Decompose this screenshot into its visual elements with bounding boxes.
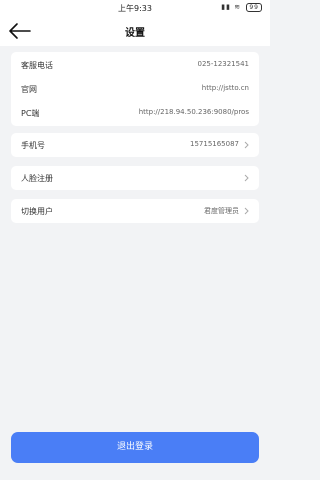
chevron-right-icon [244,207,249,215]
switch-user-label: 切换用户 [21,207,53,216]
switch-user-card: 切换用户 君度管理员 [11,199,259,223]
current-user-value: 君度管理员 [204,207,239,215]
contact-info-card: 客服电话 025-12321541 官网 http://jstto.cn PC端… [11,52,259,126]
status-bar: 上午9:33 ▮▮ ≋ 99 [0,0,270,16]
switch-user-row[interactable]: 切换用户 君度管理员 [11,199,259,223]
page-title: 设置 [125,28,145,39]
website-row[interactable]: 官网 http://jstto.cn [11,77,259,101]
signal-icon: ▮▮ [221,3,232,11]
wifi-icon: ≋ [234,3,242,11]
logout-button[interactable]: 退出登录 [11,432,259,463]
website-label: 官网 [21,85,37,94]
face-register-card: 人脸注册 [11,166,259,190]
face-register-label: 人脸注册 [21,174,53,183]
pc-url-label: PC端 [21,109,40,118]
battery-indicator: 99 [246,3,262,12]
top-nav-bar: 设置 [0,16,270,46]
face-register-row[interactable]: 人脸注册 [11,166,259,190]
mobile-row[interactable]: 手机号 15715165087 [11,133,259,157]
service-phone-row[interactable]: 客服电话 025-12321541 [11,53,259,77]
chevron-right-icon [244,141,249,149]
service-phone-label: 客服电话 [21,61,53,70]
mobile-label: 手机号 [21,141,45,150]
pc-url-value: http://218.94.50.236:9080/pros [138,108,249,116]
mobile-value: 15715165087 [190,140,239,148]
mobile-card: 手机号 15715165087 [11,133,259,157]
status-icons: ▮▮ ≋ 99 [221,3,262,12]
chevron-right-icon [244,174,249,182]
website-value: http://jstto.cn [201,84,249,92]
pc-url-row[interactable]: PC端 http://218.94.50.236:9080/pros [11,101,259,125]
service-phone-value: 025-12321541 [197,60,249,68]
